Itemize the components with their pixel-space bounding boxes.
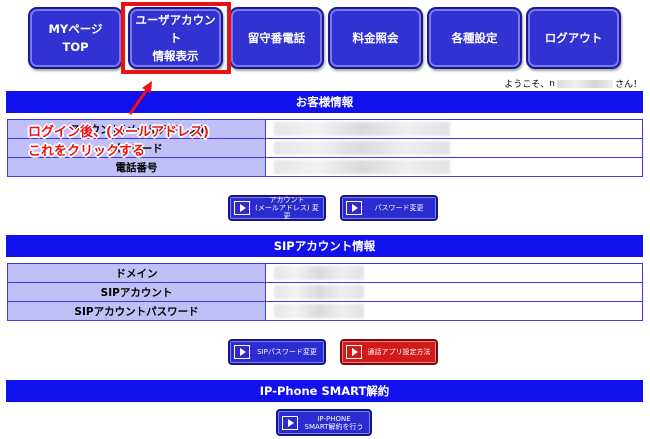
- redacted-value: [274, 141, 450, 155]
- call-app-settings-button[interactable]: 通話アプリ設定方法: [340, 339, 438, 365]
- account-change-line1: アカウント: [269, 196, 305, 204]
- call-app-settings-label: 通話アプリ設定方法: [367, 348, 431, 356]
- sip-account-label: SIPアカウント: [7, 282, 266, 302]
- nav-logout[interactable]: ログアウト: [526, 7, 621, 69]
- annotation-line2: これをクリックする: [28, 144, 146, 159]
- sip-info-title: SIPアカウント情報: [273, 239, 376, 253]
- nav-settings[interactable]: 各種設定: [427, 7, 522, 69]
- sip-info-heading: SIPアカウント情報: [6, 235, 643, 257]
- nav-mypage-line1: MYページ: [48, 22, 103, 36]
- table-row: SIPアカウント: [7, 282, 643, 302]
- smart-cancel-button[interactable]: IP-PHONE SMART解約を行う: [276, 409, 372, 436]
- play-icon: [234, 345, 250, 359]
- nav-mypage-line2: TOP: [62, 40, 89, 54]
- phone-label: 電話番号: [7, 157, 266, 177]
- redacted-value: [274, 304, 364, 318]
- sip-password-label: SIPアカウントパスワード: [7, 301, 266, 321]
- play-icon: [346, 345, 362, 359]
- nav-voicemail-label: 留守番電話: [247, 31, 306, 45]
- nav-billing[interactable]: 料金照会: [328, 7, 423, 69]
- sip-password-change-label: SIPパスワード変更: [257, 348, 317, 356]
- sip-account-value: [265, 282, 643, 302]
- sip-password-value: [265, 301, 643, 321]
- smart-cancel-line1: IP-PHONE: [317, 414, 351, 423]
- nav-billing-label: 料金照会: [352, 31, 399, 45]
- table-row: SIPアカウントパスワード: [7, 301, 643, 321]
- annotation-arrow-icon: [128, 81, 152, 115]
- nav-voicemail[interactable]: 留守番電話: [229, 7, 324, 69]
- account-value: [265, 119, 643, 139]
- domain-value: [265, 263, 643, 283]
- smart-cancel-title: IP-Phone SMART解約: [259, 384, 390, 398]
- nav-mypage-top[interactable]: MYページ TOP: [28, 7, 123, 69]
- welcome-suffix: さん！: [614, 80, 642, 90]
- welcome-message: ようこそ、 n さん！: [504, 77, 642, 91]
- welcome-prefix: ようこそ、: [504, 80, 550, 90]
- customer-info-heading: お客様情報: [6, 91, 643, 113]
- redacted-value: [274, 266, 364, 280]
- smart-cancel-heading: IP-Phone SMART解約: [6, 380, 643, 402]
- nav-settings-label: 各種設定: [451, 31, 498, 45]
- welcome-initial: n: [549, 78, 555, 89]
- password-change-button[interactable]: パスワード変更: [340, 195, 438, 221]
- annotation-line1: ログイン後、(メールアドレス): [28, 125, 209, 140]
- account-change-button[interactable]: アカウント (メールアドレス) 変更: [228, 195, 326, 221]
- domain-label: ドメイン: [7, 263, 266, 283]
- customer-info-title: お客様情報: [295, 95, 354, 109]
- play-icon: [346, 201, 362, 215]
- sip-password-change-button[interactable]: SIPパスワード変更: [228, 339, 326, 365]
- highlight-frame: [121, 2, 231, 74]
- account-change-line2: (メールアドレス) 変更: [255, 204, 319, 220]
- redacted-value: [274, 160, 450, 174]
- redacted-value: [274, 122, 450, 136]
- password-value: [265, 138, 643, 158]
- table-row: ドメイン: [7, 263, 643, 283]
- play-icon: [282, 415, 298, 430]
- smart-cancel-line2: SMART解約を行う: [304, 422, 364, 431]
- password-change-label: パスワード変更: [374, 204, 424, 212]
- table-row: 電話番号: [7, 157, 643, 177]
- redacted-username: [556, 79, 613, 88]
- nav-logout-label: ログアウト: [544, 31, 603, 45]
- play-icon: [234, 201, 250, 215]
- sip-info-table: ドメイン SIPアカウント SIPアカウントパスワード: [7, 263, 643, 321]
- redacted-value: [274, 285, 364, 299]
- phone-value: [265, 157, 643, 177]
